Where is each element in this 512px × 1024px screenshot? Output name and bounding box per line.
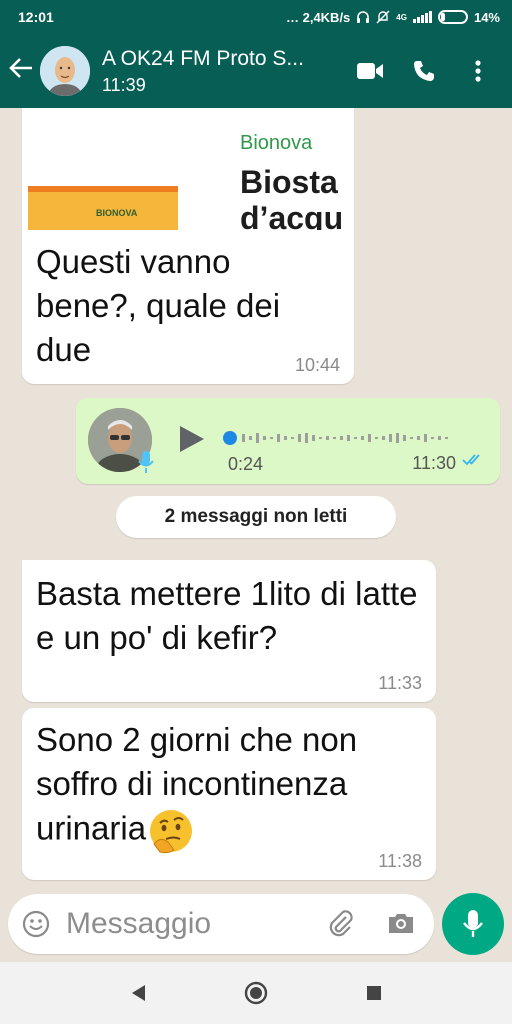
last-seen: 11:39 xyxy=(102,74,146,95)
contact-info[interactable]: A OK24 FM Proto S... 11:39 xyxy=(102,47,356,96)
mic-icon xyxy=(138,450,154,479)
chat-area[interactable]: Bionova Biosta d’acqu BIONOVA Questi van… xyxy=(0,108,512,888)
image-brand-big: Biosta d’acqu xyxy=(240,164,344,230)
play-icon[interactable] xyxy=(176,424,206,459)
message-text: Sono 2 giorni che non soffro di incontin… xyxy=(36,718,426,856)
camera-icon[interactable] xyxy=(386,908,416,943)
product-box-label: BIONOVA xyxy=(96,208,138,218)
signal-icon xyxy=(412,11,432,23)
attach-icon[interactable] xyxy=(326,908,356,943)
mute-alarm-icon xyxy=(376,10,390,24)
network-type: 4G xyxy=(396,12,407,22)
more-options-icon[interactable] xyxy=(464,57,492,85)
message-bubble-incoming[interactable]: Bionova Biosta d’acqu BIONOVA Questi van… xyxy=(22,108,354,384)
nav-recents-icon[interactable] xyxy=(359,978,389,1008)
status-time: 12:01 xyxy=(18,9,54,25)
microphone-icon xyxy=(463,910,483,937)
image-brand-small: Bionova xyxy=(240,132,313,154)
system-nav-bar xyxy=(0,962,512,1024)
message-time: 11:38 xyxy=(378,851,422,871)
message-text: Questi vanno bene?, quale dei due xyxy=(36,243,281,368)
status-bar: 12:01 … 2,4KB/s 4G 14% xyxy=(0,0,512,34)
message-bubble-incoming[interactable]: Sono 2 giorni che non soffro di incontin… xyxy=(22,708,436,880)
audio-waveform[interactable] xyxy=(222,430,472,446)
video-call-icon[interactable] xyxy=(356,57,384,85)
network-speed: … 2,4KB/s xyxy=(285,9,351,25)
unread-messages-banner: 2 messaggi non letti xyxy=(116,496,396,538)
contact-name: A OK24 FM Proto S... xyxy=(102,46,304,70)
voice-duration: 0:24 xyxy=(228,454,264,474)
emoji-icon[interactable] xyxy=(22,910,50,943)
thinking-face-emoji xyxy=(146,806,196,856)
voice-call-icon[interactable] xyxy=(410,57,438,85)
back-arrow-icon[interactable] xyxy=(0,55,40,87)
shared-image[interactable]: Bionova Biosta d’acqu BIONOVA xyxy=(28,108,354,230)
contact-avatar[interactable] xyxy=(40,46,90,96)
battery-percent: 14% xyxy=(473,9,500,25)
status-icons: … 2,4KB/s 4G 14% xyxy=(286,10,500,25)
message-time: 10:44 xyxy=(294,355,340,375)
nav-home-icon[interactable] xyxy=(241,978,271,1008)
chat-header: A OK24 FM Proto S... 11:39 xyxy=(0,34,512,108)
nav-back-icon[interactable] xyxy=(123,978,153,1008)
read-ticks-icon xyxy=(462,453,486,472)
message-time: 11:33 xyxy=(378,673,422,693)
voice-record-button[interactable] xyxy=(442,893,504,955)
message-text: Basta mettere 1lito di latte e un po' di… xyxy=(36,575,418,656)
message-input-bar xyxy=(8,894,434,954)
message-input[interactable] xyxy=(66,902,316,946)
headphones-icon xyxy=(357,11,370,23)
battery-icon xyxy=(437,10,468,24)
message-bubble-incoming[interactable]: Basta mettere 1lito di latte e un po' di… xyxy=(22,560,436,702)
message-time: 11:30 xyxy=(412,453,456,473)
voice-message-outgoing[interactable]: 0:24 11:30 xyxy=(76,398,500,484)
